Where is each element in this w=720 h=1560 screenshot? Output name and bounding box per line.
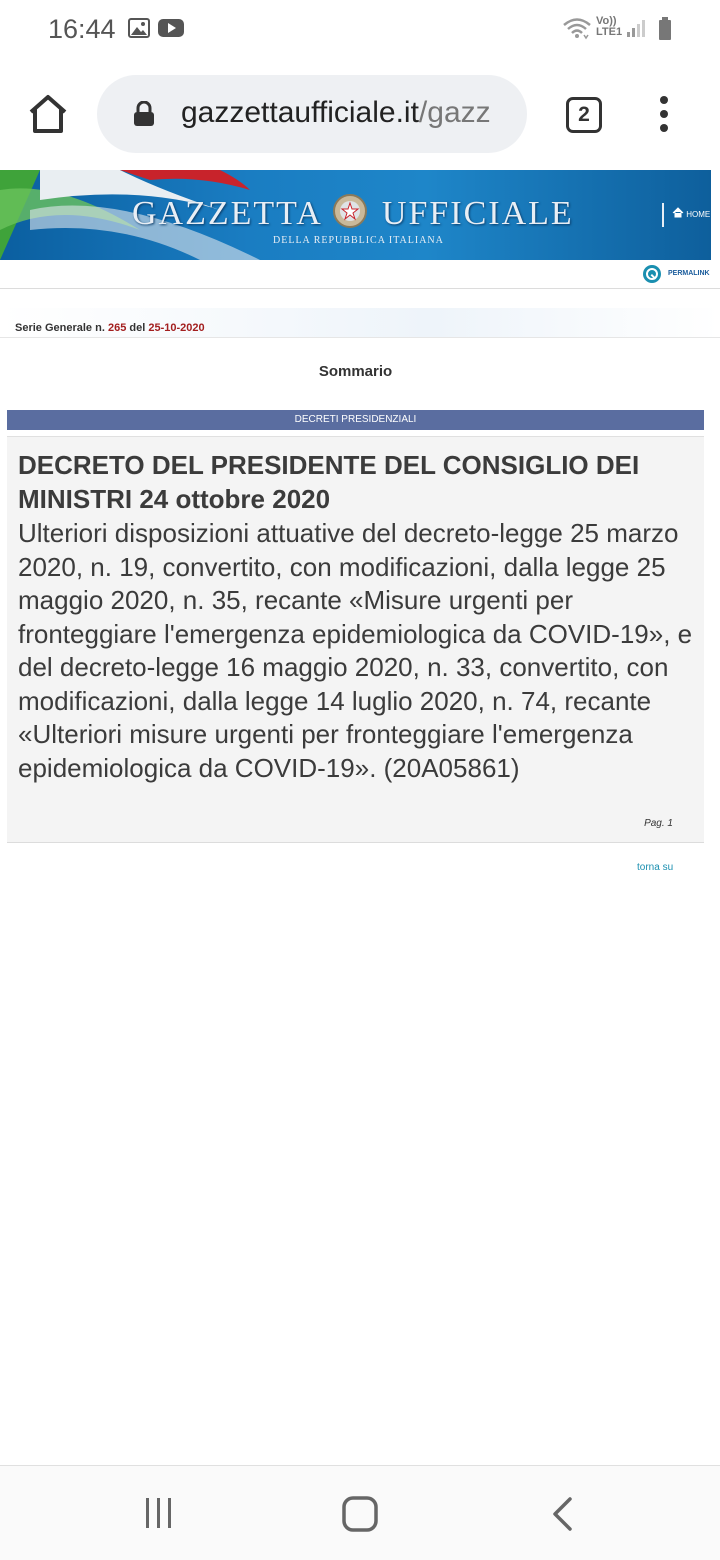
site-banner: GAZZETTA UFFICIALE DELLA REPUBBLICA ITAL… [0,170,711,260]
url-path: /gazz [418,96,491,129]
permalink-icon [642,265,662,286]
permalink-link[interactable]: PERMALINK [642,264,710,286]
house-icon [672,207,686,219]
banner-subtitle: DELLA REPUBBLICA ITALIANA [273,235,444,246]
home-button[interactable] [26,92,70,136]
permalink-label: PERMALINK [668,270,710,277]
status-bar: 16:44 Vo)) LTE1 [0,0,720,60]
youtube-icon [158,18,184,43]
sommario-heading: Sommario [318,363,393,380]
serie-date: 25-10-2020 [148,322,205,334]
url-domain: gazzettaufficiale.it [181,96,419,129]
tab-switcher-button[interactable]: 2 [566,97,602,133]
decree-entry[interactable]: DECRETO DEL PRESIDENTE DEL CONSIGLIO DEI… [7,436,704,843]
lte-label: LTE1 [596,26,623,38]
image-icon [128,18,150,43]
home-nav-button[interactable] [342,1496,378,1537]
signal-icon [626,18,646,43]
url-text: gazzettaufficiale.it/gazz [181,96,511,130]
home-link[interactable]: HOME [662,203,710,227]
banner-title-left: GAZZETTA [132,195,321,232]
home-link-label: HOME [686,210,711,219]
address-bar[interactable]: gazzettaufficiale.it/gazz [97,75,527,153]
divider [0,288,720,289]
status-time: 16:44 [48,14,116,44]
lock-icon [133,100,155,132]
decree-summary[interactable]: Ulteriori disposizioni attuative del dec… [18,517,698,785]
banner-title-right: UFFICIALE [381,195,574,232]
recent-apps-icon [146,1498,171,1528]
section-header: DECRETI PRESIDENZIALI [7,410,704,430]
serie-band: Serie Generale n. 265 del 25-10-2020 [0,308,720,338]
home-icon [29,95,67,133]
banner-title: GAZZETTA UFFICIALE [132,192,574,233]
republic-emblem-icon [331,192,371,233]
more-options-button[interactable] [656,96,672,136]
back-to-top-link[interactable]: torna su [637,862,673,873]
serie-number: 265 [107,322,127,334]
battery-icon [658,17,672,46]
home-nav-icon [342,1496,378,1532]
serie-info: Serie Generale n. 265 del 25-10-2020 [15,322,205,334]
page-reference: Pag. 1 [644,818,673,829]
wifi-icon [562,16,592,45]
browser-toolbar: gazzettaufficiale.it/gazz 2 [0,60,720,170]
recent-apps-button[interactable] [144,1496,174,1535]
back-button[interactable] [550,1496,574,1537]
serie-prefix: Serie Generale n. [15,322,105,334]
system-navigation-bar [0,1465,720,1560]
serie-del: del [129,322,146,334]
volte-icon: Vo)) LTE1 [596,16,622,38]
back-icon [553,1497,572,1531]
decree-title[interactable]: DECRETO DEL PRESIDENTE DEL CONSIGLIO DEI… [18,448,698,516]
